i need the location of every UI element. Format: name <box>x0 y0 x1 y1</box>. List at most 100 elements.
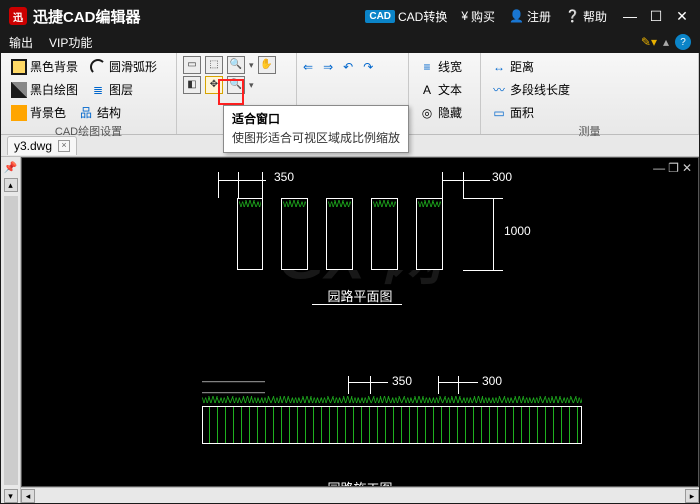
fit-window-icon[interactable]: ✥ <box>205 76 223 94</box>
hide-label: 隐藏 <box>438 104 462 121</box>
vp-min-icon[interactable]: — <box>653 161 665 175</box>
spec-text: ―――――――――――――― <box>202 376 292 398</box>
side-scroll-track[interactable] <box>4 196 18 485</box>
plan-title: 园路平面图 <box>327 286 392 305</box>
grass-row: wWvwVwvWwvwVwWvwvWwvwVwvWwvwVwWvwVwvWwvw… <box>202 396 582 406</box>
menu-vip[interactable]: VIP功能 <box>49 34 92 51</box>
structure-button[interactable]: 品结构 <box>74 102 125 123</box>
fit-window-tooltip: 适合窗口 使图形适合可视区域成比例缩放 <box>223 105 409 153</box>
dim-300-2: 300 <box>482 374 502 388</box>
hscroll-left-button[interactable]: ◂ <box>21 489 35 503</box>
document-tab-label: y3.dwg <box>14 139 52 153</box>
horizontal-scrollbar[interactable]: ◂ ▸ <box>21 487 699 503</box>
help-button[interactable]: ❔ 帮助 <box>565 8 607 25</box>
area-button[interactable]: ▭面积 <box>487 102 692 123</box>
distance-button[interactable]: ↔距离 <box>487 56 692 77</box>
ribbon-group-measure: ↔距离 〰多段线长度 ▭面积 测量 <box>481 53 699 134</box>
register-button[interactable]: 👤 注册 <box>509 8 551 25</box>
hscroll-right-button[interactable]: ▸ <box>685 489 699 503</box>
black-bg-icon <box>11 59 27 75</box>
workspace: 📌 ▴ ▾ — ❐ ✕ GX 网 wWvwVwvWwvwVwWvwvWwvwVw… <box>1 157 699 503</box>
pan-icon[interactable]: ✋ <box>258 56 276 74</box>
linewidth-icon: ≡ <box>419 59 435 75</box>
help-label: 帮助 <box>583 8 607 25</box>
smooth-arc-button[interactable]: 圆滑弧形 <box>86 56 161 77</box>
vp-close-icon[interactable]: ✕ <box>682 161 692 175</box>
cad-badge-icon: CAD <box>365 10 395 23</box>
bw-icon <box>11 82 27 98</box>
text-label: 文本 <box>438 81 462 98</box>
linewidth-button[interactable]: ≡线宽 <box>415 56 474 77</box>
register-label: 注册 <box>527 8 551 25</box>
bw-draw-button[interactable]: 黑白绘图 <box>7 79 82 100</box>
rotate-right-icon[interactable]: ↷ <box>363 60 373 74</box>
menubar-right-icons: ✎▾ ▴ ? <box>641 34 691 50</box>
close-button[interactable]: ✕ <box>673 7 691 25</box>
section-block <box>202 406 582 444</box>
area-label: 面积 <box>510 104 534 121</box>
distance-label: 距离 <box>510 58 534 75</box>
linewidth-label: 线宽 <box>438 58 462 75</box>
ribbon-group-draw-settings: 黑色背景 圆滑弧形 黑白绘图 ≣图层 背景色 品结构 CAD绘图设置 <box>1 53 177 134</box>
info-icon[interactable]: ▴ <box>663 35 669 49</box>
zoom-dropdown-icon[interactable]: ▾ <box>249 60 254 71</box>
construction-title: 园路施工图 <box>327 478 392 487</box>
forward-icon[interactable]: ⇒ <box>323 60 333 74</box>
dim-350-2: 350 <box>392 374 412 388</box>
scroll-down-button[interactable]: ▾ <box>4 489 18 503</box>
tooltip-desc: 使图形适合可视区域成比例缩放 <box>232 129 400 146</box>
buy-button[interactable]: ¥ 购买 <box>461 8 495 25</box>
select-icon[interactable]: ▭ <box>183 56 201 74</box>
grass-hatch: wWvwVwvWwvwVwWvwvWwvwVwvWwvwVw <box>239 200 261 268</box>
cad-convert-label: CAD转换 <box>398 8 447 25</box>
zoom2-icon[interactable]: 🔍 <box>227 76 245 94</box>
zoom2-dropdown-icon[interactable]: ▾ <box>249 80 254 91</box>
fill-icon <box>11 105 27 121</box>
help-circle-icon[interactable]: ? <box>675 34 691 50</box>
drawing-canvas[interactable]: — ❐ ✕ GX 网 wWvwVwvWwvwVwWvwvWwvwVwvWwvwV… <box>21 157 699 487</box>
canvas-wrap: — ❐ ✕ GX 网 wWvwVwvWwvwVwWvwvWwvwVwvWwvwV… <box>21 157 699 503</box>
group-measure-label: 测量 <box>487 123 692 141</box>
title-bar: 迅 迅捷CAD编辑器 CAD CAD转换 ¥ 购买 👤 注册 ❔ 帮助 — ☐ … <box>1 1 699 31</box>
polyline-len-label: 多段线长度 <box>510 81 570 98</box>
zoom-window-icon[interactable]: ⬚ <box>205 56 223 74</box>
hide-button[interactable]: ◎隐藏 <box>415 102 474 123</box>
zoom-icon[interactable]: 🔍 <box>227 56 245 74</box>
yen-icon: ¥ <box>461 9 468 23</box>
scroll-up-button[interactable]: ▴ <box>4 178 18 192</box>
maximize-button[interactable]: ☐ <box>647 7 665 25</box>
area-icon: ▭ <box>491 105 507 121</box>
text-button[interactable]: A文本 <box>415 79 474 100</box>
pin-icon[interactable]: 📌 <box>4 161 18 174</box>
window-controls: — ☐ ✕ <box>621 7 691 25</box>
left-side-panel: 📌 ▴ ▾ <box>1 157 21 503</box>
bg-color-button[interactable]: 背景色 <box>7 102 70 123</box>
app-title: 迅捷CAD编辑器 <box>33 6 141 27</box>
layer-label: 图层 <box>109 81 133 98</box>
tab-close-button[interactable]: × <box>58 140 70 152</box>
vp-max-icon[interactable]: ❐ <box>668 161 679 175</box>
polyline-icon: 〰 <box>491 82 507 98</box>
viewport-controls: — ❐ ✕ <box>653 161 692 175</box>
ribbon-group-display: ≡线宽 A文本 ◎隐藏 <box>409 53 481 134</box>
minimize-button[interactable]: — <box>621 7 639 25</box>
pencil-icon[interactable]: ✎▾ <box>641 35 657 49</box>
hide-icon: ◎ <box>419 105 435 121</box>
menu-bar: 输出 VIP功能 ✎▾ ▴ ? <box>1 31 699 53</box>
back-icon[interactable]: ⇐ <box>303 60 313 74</box>
distance-icon: ↔ <box>491 59 507 75</box>
smooth-arc-label: 圆滑弧形 <box>109 58 157 75</box>
document-tab[interactable]: y3.dwg × <box>7 136 77 155</box>
help-icon: ❔ <box>565 9 580 23</box>
tool-icon-1[interactable]: ◧ <box>183 76 201 94</box>
layer-icon: ≣ <box>90 82 106 98</box>
polyline-len-button[interactable]: 〰多段线长度 <box>487 79 692 100</box>
cad-convert-button[interactable]: CAD CAD转换 <box>365 8 447 25</box>
layer-button[interactable]: ≣图层 <box>86 79 137 100</box>
structure-icon: 品 <box>78 105 94 121</box>
rotate-left-icon[interactable]: ↶ <box>343 60 353 74</box>
bg-color-label: 背景色 <box>30 104 66 121</box>
dim-350-1: 350 <box>274 170 294 184</box>
black-bg-button[interactable]: 黑色背景 <box>7 56 82 77</box>
menu-output[interactable]: 输出 <box>9 34 33 51</box>
